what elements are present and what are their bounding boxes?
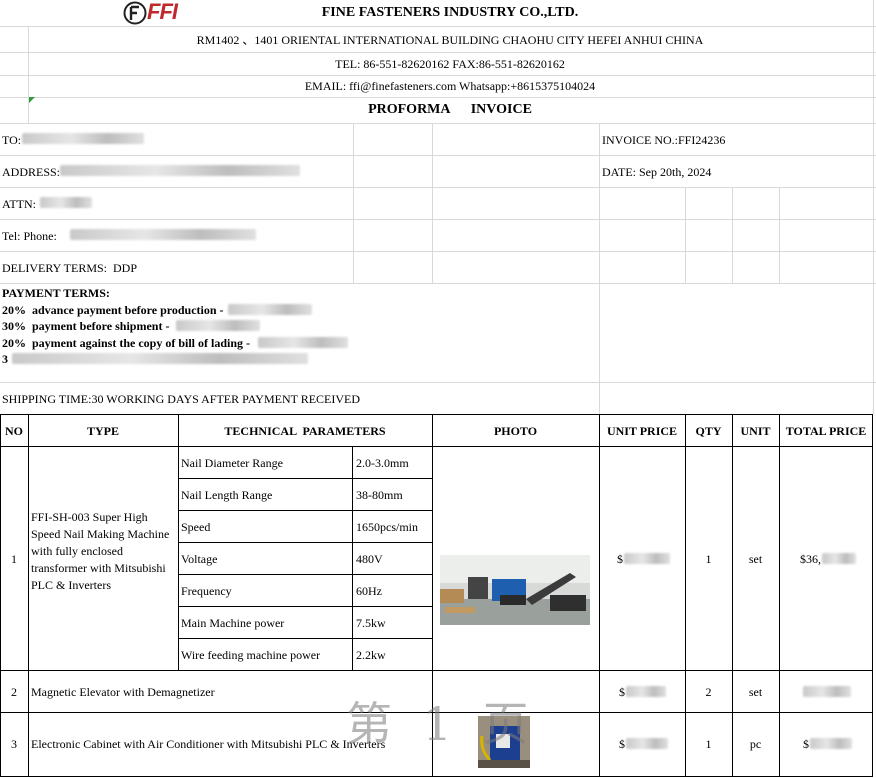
row3-type: Electronic Cabinet with Air Conditioner …	[31, 737, 386, 751]
redacted-row3-unit-price	[626, 738, 668, 749]
payment-line-2: 30% payment before shipment -	[2, 319, 170, 333]
col-header-no: NO	[5, 424, 23, 438]
to-label: TO:	[2, 133, 22, 147]
payment-line-1: 20% advance payment before production -	[2, 303, 224, 317]
row1-no: 1	[11, 552, 17, 566]
payment-terms-title: PAYMENT TERMS:	[2, 286, 110, 300]
param-name: Frequency	[181, 584, 232, 598]
redacted-row2-unit-price	[626, 686, 666, 697]
machine-photo	[440, 555, 590, 625]
logo-text: FFI	[147, 0, 178, 24]
redacted-payment-3	[258, 337, 348, 348]
col-header-photo: PHOTO	[493, 424, 538, 438]
param-name: Speed	[181, 520, 211, 534]
param-value: 2.0-3.0mm	[356, 456, 409, 470]
param-value: 2.2kw	[356, 648, 386, 662]
row1-qty: 1	[705, 552, 712, 566]
row1-type: FFI-SH-003 Super High Speed Nail Making …	[31, 510, 170, 592]
row3-no: 3	[11, 737, 17, 751]
row3-unit-price-prefix: $	[619, 737, 625, 751]
row1-total-prefix: $36,	[800, 552, 821, 566]
redacted-attn	[40, 197, 92, 208]
row3-unit: pc	[749, 737, 762, 751]
redacted-row2-total	[803, 686, 851, 697]
col-header-qty: QTY	[695, 424, 722, 438]
company-email: EMAIL: ffi@finefasteners.com Whatsapp:+8…	[304, 79, 596, 93]
col-header-unit: UNIT	[740, 424, 771, 438]
payment-line-3: 20% payment against the copy of bill of …	[2, 336, 251, 350]
col-header-parameters: TECHNICAL PARAMETERS	[224, 424, 386, 438]
param-value: 480V	[356, 552, 383, 566]
redacted-payment-2	[176, 320, 260, 331]
shipping-time: SHIPPING TIME:30 WORKING DAYS AFTER PAYM…	[2, 392, 361, 406]
row1-unit: set	[748, 552, 763, 566]
row2-type: Magnetic Elevator with Demagnetizer	[31, 685, 215, 699]
invoice-date: DATE: Sep 20th, 2024	[602, 165, 712, 179]
row3-qty: 1	[705, 737, 712, 751]
delivery-terms: DELIVERY TERMS: DDP	[2, 261, 138, 275]
proforma-invoice-sheet: { "header": { "logo_text": "FFI", "compa…	[0, 0, 876, 778]
row2-unit: set	[748, 685, 763, 699]
redacted-payment-4	[12, 353, 308, 364]
attn-label: ATTN:	[2, 197, 36, 211]
invoice-number: INVOICE NO.:FFI24236	[602, 133, 726, 147]
param-value: 7.5kw	[356, 616, 386, 630]
address-label: ADDRESS:	[2, 165, 61, 179]
row1-unit-price-prefix: $	[617, 552, 623, 566]
param-name: Nail Diameter Range	[181, 456, 283, 470]
param-name: Nail Length Range	[181, 488, 273, 502]
col-header-unit-price: UNIT PRICE	[606, 424, 678, 438]
param-name: Wire feeding machine power	[181, 648, 321, 662]
param-name: Voltage	[181, 552, 218, 566]
company-tel-fax: TEL: 86-551-82620162 FAX:86-551-82620162	[335, 57, 565, 71]
col-header-total-price: TOTAL PRICE	[785, 424, 867, 438]
row2-unit-price-prefix: $	[619, 685, 625, 699]
page-watermark: 第 1 页	[346, 697, 537, 751]
row3-total-prefix: $	[803, 737, 809, 751]
redacted-payment-1	[228, 304, 312, 315]
payment-line-4: 3	[2, 352, 8, 366]
row2-qty: 2	[705, 685, 712, 699]
param-value: 38-80mm	[356, 488, 403, 502]
param-value: 1650pcs/min	[356, 520, 418, 534]
param-value: 60Hz	[356, 584, 382, 598]
document-title: PROFORMA INVOICE	[368, 102, 532, 117]
redacted-row1-total	[822, 553, 856, 564]
param-name: Main Machine power	[181, 616, 285, 630]
cell-note-marker	[29, 97, 35, 103]
redacted-row3-total	[810, 738, 852, 749]
col-header-type: TYPE	[86, 424, 119, 438]
company-name: FINE FASTENERS INDUSTRY CO.,LTD.	[321, 5, 579, 20]
redacted-address	[60, 165, 300, 176]
row2-no: 2	[11, 685, 17, 699]
company-logo: FFI	[123, 0, 193, 26]
company-address: RM1402 、1401 ORIENTAL INTERNATIONAL BUIL…	[196, 33, 704, 47]
redacted-row1-unit-price	[624, 553, 670, 564]
redacted-tel	[70, 229, 256, 240]
redacted-to	[22, 133, 144, 144]
tel-label: Tel: Phone:	[2, 229, 60, 243]
